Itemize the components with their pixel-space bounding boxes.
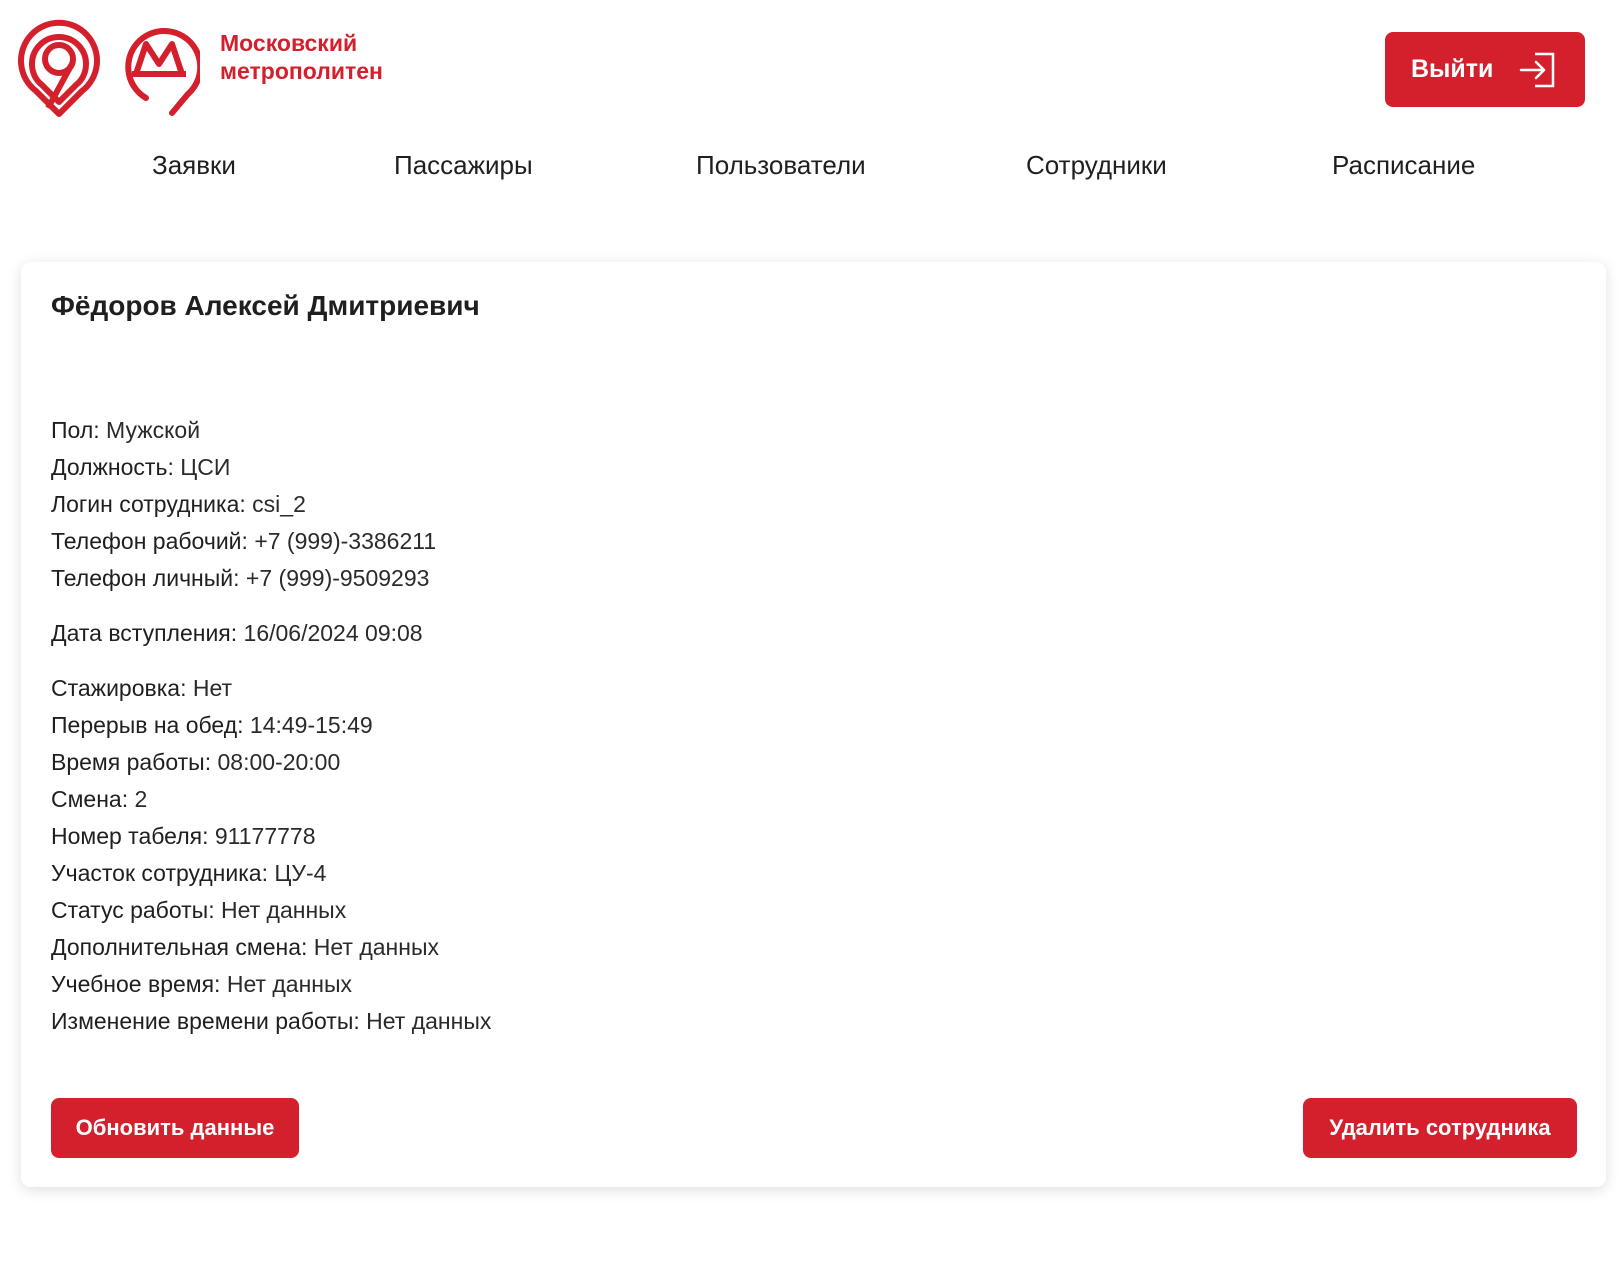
field-label: Перерыв на обед:: [51, 712, 244, 738]
field-label: Статус работы:: [51, 897, 215, 923]
exit-icon: [1519, 52, 1555, 88]
employee-details: Пол: Мужской Должность: ЦСИ Логин сотруд…: [51, 412, 491, 1040]
field-label: Дополнительная смена:: [51, 934, 308, 960]
field-work-time-change: Изменение времени работы: Нет данных: [51, 1003, 491, 1040]
field-value: ЦУ-4: [274, 860, 327, 886]
field-value: 2: [134, 786, 148, 812]
field-label: Учебное время:: [51, 971, 221, 997]
field-value: 91177778: [214, 823, 316, 849]
metro-pin-icon: [18, 19, 100, 117]
header: Московский метрополитен Выйти: [0, 0, 1620, 130]
employee-name: Фёдоров Алексей Дмитриевич: [51, 290, 480, 321]
field-working-hours: Время работы: 08:00-20:00: [51, 744, 491, 781]
field-value: 16/06/2024 09:08: [243, 620, 423, 646]
field-timesheet-number: Номер табеля: 91177778: [51, 818, 491, 855]
field-shift: Смена: 2: [51, 781, 491, 818]
main-nav: Заявки Пассажиры Пользователи Сотрудники…: [0, 140, 1620, 190]
field-label: Смена:: [51, 786, 129, 812]
field-label: Должность:: [51, 454, 174, 480]
brand-line-1: Московский: [220, 30, 358, 56]
field-extra-shift: Дополнительная смена: Нет данных: [51, 929, 491, 966]
field-label: Время работы:: [51, 749, 212, 775]
field-value: ЦСИ: [180, 454, 231, 480]
field-login: Логин сотрудника: csi_2: [51, 486, 491, 523]
field-label: Телефон личный:: [51, 565, 240, 591]
field-value: +7 (999)-9509293: [245, 565, 430, 591]
field-position: Должность: ЦСИ: [51, 449, 491, 486]
field-training-time: Учебное время: Нет данных: [51, 966, 491, 1003]
field-value: csi_2: [252, 491, 306, 517]
field-section: Участок сотрудника: ЦУ-4: [51, 855, 491, 892]
field-value: +7 (999)-3386211: [254, 528, 437, 554]
field-personal-phone: Телефон личный: +7 (999)-9509293: [51, 560, 491, 597]
field-value: Нет данных: [313, 934, 439, 960]
field-internship: Стажировка: Нет: [51, 670, 491, 707]
field-label: Участок сотрудника:: [51, 860, 268, 886]
field-value: 14:49-15:49: [249, 712, 373, 738]
field-value: Нет данных: [226, 971, 353, 997]
logo[interactable]: Московский метрополитен: [18, 18, 383, 118]
nav-item-requests[interactable]: Заявки: [152, 150, 236, 181]
logout-label: Выйти: [1411, 55, 1494, 83]
field-value: Мужской: [106, 417, 201, 443]
brand-line-2: метрополитен: [220, 58, 383, 84]
employee-card: Фёдоров Алексей Дмитриевич Пол: Мужской …: [21, 262, 1606, 1187]
brand-name: Московский метрополитен: [220, 29, 383, 85]
field-value: Нет данных: [221, 897, 347, 923]
field-label: Изменение времени работы:: [51, 1008, 360, 1034]
field-value: 08:00-20:00: [217, 749, 341, 775]
field-value: Нет: [192, 675, 233, 701]
nav-item-passengers[interactable]: Пассажиры: [394, 150, 533, 181]
nav-item-users[interactable]: Пользователи: [696, 150, 866, 181]
field-label: Дата вступления:: [51, 620, 238, 646]
field-label: Телефон рабочий:: [51, 528, 248, 554]
nav-item-employees[interactable]: Сотрудники: [1026, 150, 1167, 181]
nav-item-schedule[interactable]: Расписание: [1332, 150, 1475, 181]
update-data-button[interactable]: Обновить данные: [51, 1098, 299, 1158]
field-label: Номер табеля:: [51, 823, 209, 849]
delete-employee-button[interactable]: Удалить сотрудника: [1303, 1098, 1577, 1158]
field-value: Нет данных: [366, 1008, 492, 1034]
field-label: Стажировка:: [51, 675, 187, 701]
field-work-phone: Телефон рабочий: +7 (999)-3386211: [51, 523, 491, 560]
field-gender: Пол: Мужской: [51, 412, 491, 449]
field-work-status: Статус работы: Нет данных: [51, 892, 491, 929]
field-join-date: Дата вступления: 16/06/2024 09:08: [51, 615, 491, 652]
metro-m-logo-icon: [125, 27, 200, 116]
page: Московский метрополитен Выйти Заявки Пас…: [0, 0, 1620, 1285]
field-lunch-break: Перерыв на обед: 14:49-15:49: [51, 707, 491, 744]
field-label: Пол:: [51, 417, 100, 443]
field-label: Логин сотрудника:: [51, 491, 246, 517]
logout-button[interactable]: Выйти: [1385, 32, 1585, 107]
